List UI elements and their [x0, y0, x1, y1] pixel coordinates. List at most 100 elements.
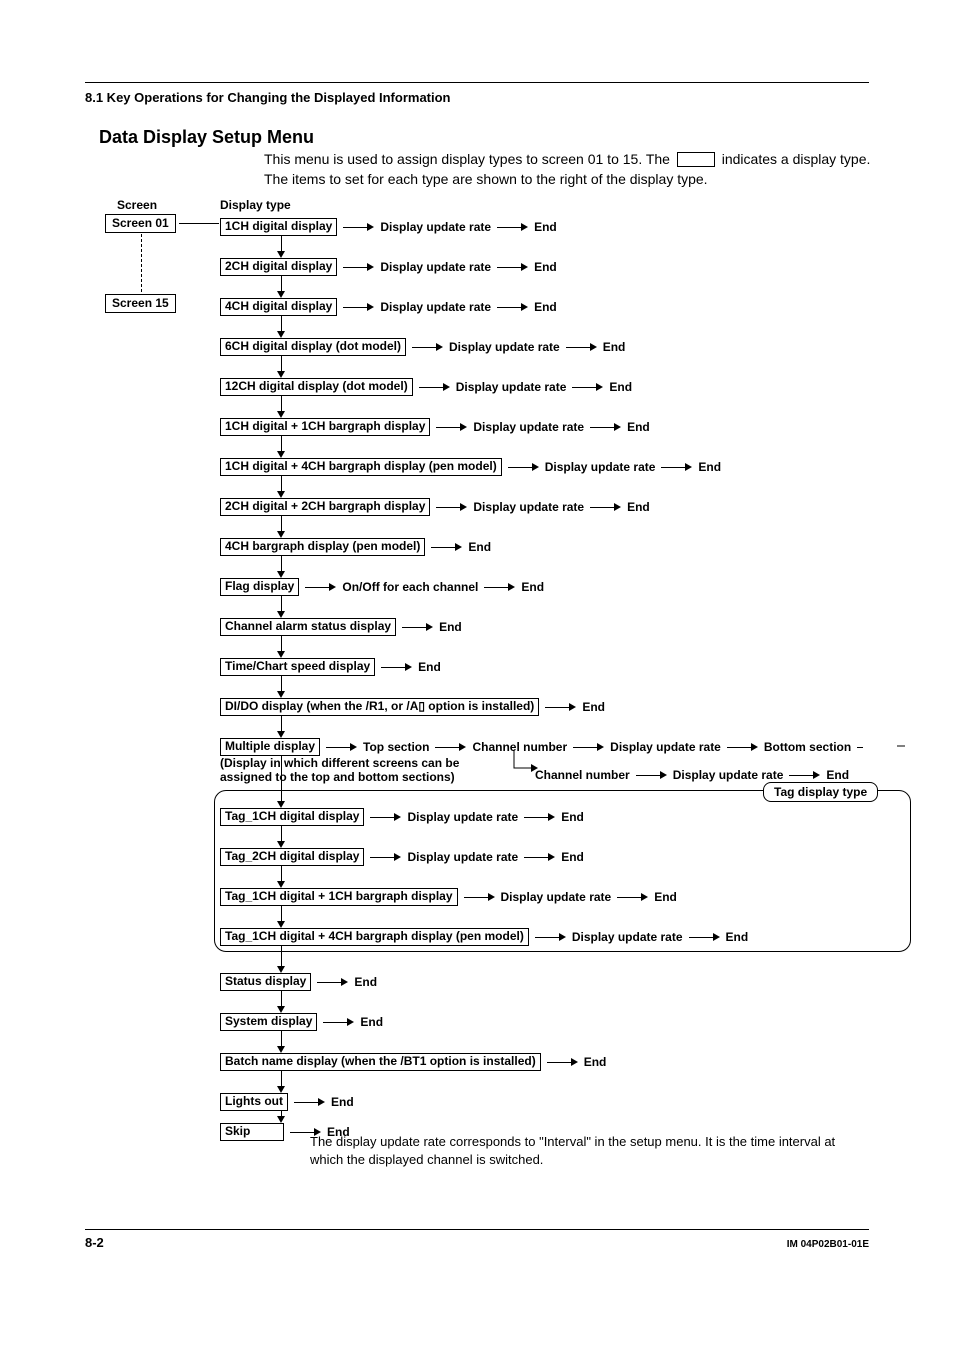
display-type-box: Lights out	[220, 1093, 288, 1111]
arrow-down-icon	[276, 865, 286, 888]
flow-row: Lights outEnd	[220, 1093, 354, 1111]
footnote-text: The display update rate corresponds to "…	[310, 1133, 870, 1168]
arrow-right-icon	[566, 343, 597, 351]
arrow-down-icon	[276, 595, 286, 618]
arrow-right-icon	[402, 623, 433, 631]
flow-label: End	[654, 890, 677, 904]
arrow-right-icon	[508, 463, 539, 471]
flow-row: Batch name display (when the /BT1 option…	[220, 1053, 606, 1071]
page-title: Data Display Setup Menu	[99, 127, 314, 148]
flow-row: Flag displayOn/Off for each channelEnd	[220, 578, 544, 596]
arrow-right-icon	[436, 503, 467, 511]
arrow-right-icon	[617, 893, 648, 901]
arrow-down-icon	[276, 555, 286, 578]
arrow-right-icon	[343, 263, 374, 271]
flow-row: Channel alarm status displayEnd	[220, 618, 462, 636]
flow-label: End	[603, 340, 626, 354]
display-type-box: Time/Chart speed display	[220, 658, 375, 676]
flow-row: Time/Chart speed display End	[220, 658, 441, 676]
arrow-down-icon	[276, 475, 286, 498]
arrow-right-icon	[590, 423, 621, 431]
screen-dashed-line	[141, 234, 142, 292]
flow-label: End	[521, 580, 544, 594]
flow-row: 1CH digital + 1CH bargraph display Displa…	[220, 418, 650, 436]
display-type-box: DI/DO display (when the /R1, or /A▯ opti…	[220, 698, 539, 716]
display-type-box: 2CH digital display	[220, 258, 337, 276]
display-type-box: System display	[220, 1013, 317, 1031]
arrow-down-icon	[276, 945, 286, 973]
screen-01-box: Screen 01	[105, 214, 176, 233]
flow-label: End	[418, 660, 441, 674]
flow-row: 1CH digital displayDisplay update rateEn…	[220, 218, 557, 236]
arrow-right-icon	[343, 303, 374, 311]
display-type-box: 6CH digital display (dot model)	[220, 338, 406, 356]
flow-label: Display update rate	[545, 460, 656, 474]
arrow-right-icon	[789, 771, 820, 779]
flow-row: 4CH bargraph display (pen model) End	[220, 538, 491, 556]
flow-label: End	[726, 930, 749, 944]
arrow-right-icon	[636, 771, 667, 779]
display-type-box: Tag_1CH digital + 4CH bargraph display (…	[220, 928, 529, 946]
page-number: 8-2	[85, 1235, 104, 1250]
flow-label: End	[534, 300, 557, 314]
flow-row: 2CH digital + 2CH bargraph displayDispla…	[220, 498, 650, 516]
flow-label: Display update rate	[473, 420, 584, 434]
arrow-right-icon	[573, 743, 604, 751]
arrow-right-icon	[326, 743, 357, 751]
display-type-box: Skip	[220, 1123, 284, 1141]
arrow-right-icon	[524, 853, 555, 861]
flow-label: Display update rate	[380, 300, 491, 314]
arrow-right-icon	[370, 813, 401, 821]
flow-label: Bottom section	[764, 740, 851, 754]
display-type-box: 12CH digital display (dot model)	[220, 378, 413, 396]
arrow-down-icon	[276, 435, 286, 458]
display-type-box: Flag display	[220, 578, 299, 596]
arrow-down-icon	[276, 635, 286, 658]
arrow-right-icon	[547, 1058, 578, 1066]
flow-label: Display update rate	[456, 380, 567, 394]
flow-label: Display update rate	[380, 260, 491, 274]
flow-row: 4CH digital displayDisplay update rateEn…	[220, 298, 557, 316]
arrow-down-icon	[276, 235, 286, 258]
display-type-box: 1CH digital + 1CH bargraph display	[220, 418, 430, 436]
blank-box-icon	[677, 152, 715, 167]
arrow-right-icon	[370, 853, 401, 861]
flow-row: 1CH digital + 4CH bargraph display (pen …	[220, 458, 721, 476]
multi-note-1: (Display in which different screens can …	[220, 756, 459, 770]
arrow-down-icon	[276, 675, 286, 698]
flow-label: End	[698, 460, 721, 474]
flow-label: Display update rate	[473, 500, 584, 514]
flow-label: End	[826, 768, 849, 782]
arrow-right-icon	[484, 583, 515, 591]
display-type-box: 1CH digital display	[220, 218, 337, 236]
arrow-down-icon	[276, 825, 286, 848]
display-type-box: Status display	[220, 973, 311, 991]
arrow-right-icon	[431, 543, 462, 551]
arrow-down-icon	[276, 1110, 286, 1123]
arrow-right-icon	[343, 223, 374, 231]
arrow-right-icon	[497, 303, 528, 311]
display-type-box: 4CH bargraph display (pen model)	[220, 538, 425, 556]
flow-label: End	[468, 540, 491, 554]
flow-label: End	[627, 420, 650, 434]
multi-note-2: assigned to the top and bottom sections)	[220, 770, 455, 784]
flow-row: 2CH digital displayDisplay update rateEn…	[220, 258, 557, 276]
multi-elbow-icon	[513, 750, 539, 778]
arrow-down-icon	[276, 355, 286, 378]
flow-label: Display update rate	[407, 810, 518, 824]
flow-row: Tag_1CH digital displayDisplay update ra…	[220, 808, 584, 826]
arrow-down-icon	[276, 1070, 286, 1093]
screen-connector-line	[179, 223, 219, 224]
flow-label: End	[609, 380, 632, 394]
flow-label: End	[439, 620, 462, 634]
display-type-box: Tag_1CH digital + 1CH bargraph display	[220, 888, 458, 906]
multi-elbow2-icon	[897, 738, 913, 778]
arrow-down-icon	[276, 905, 286, 928]
flow-label: End	[354, 975, 377, 989]
flow-row: 6CH digital display (dot model)Display u…	[220, 338, 625, 356]
arrow-right-icon	[294, 1098, 325, 1106]
display-type-box: Batch name display (when the /BT1 option…	[220, 1053, 541, 1071]
flow-row: Status display End	[220, 973, 377, 991]
flow-label: End	[360, 1015, 383, 1029]
displaytype-col-header: Display type	[220, 198, 291, 212]
